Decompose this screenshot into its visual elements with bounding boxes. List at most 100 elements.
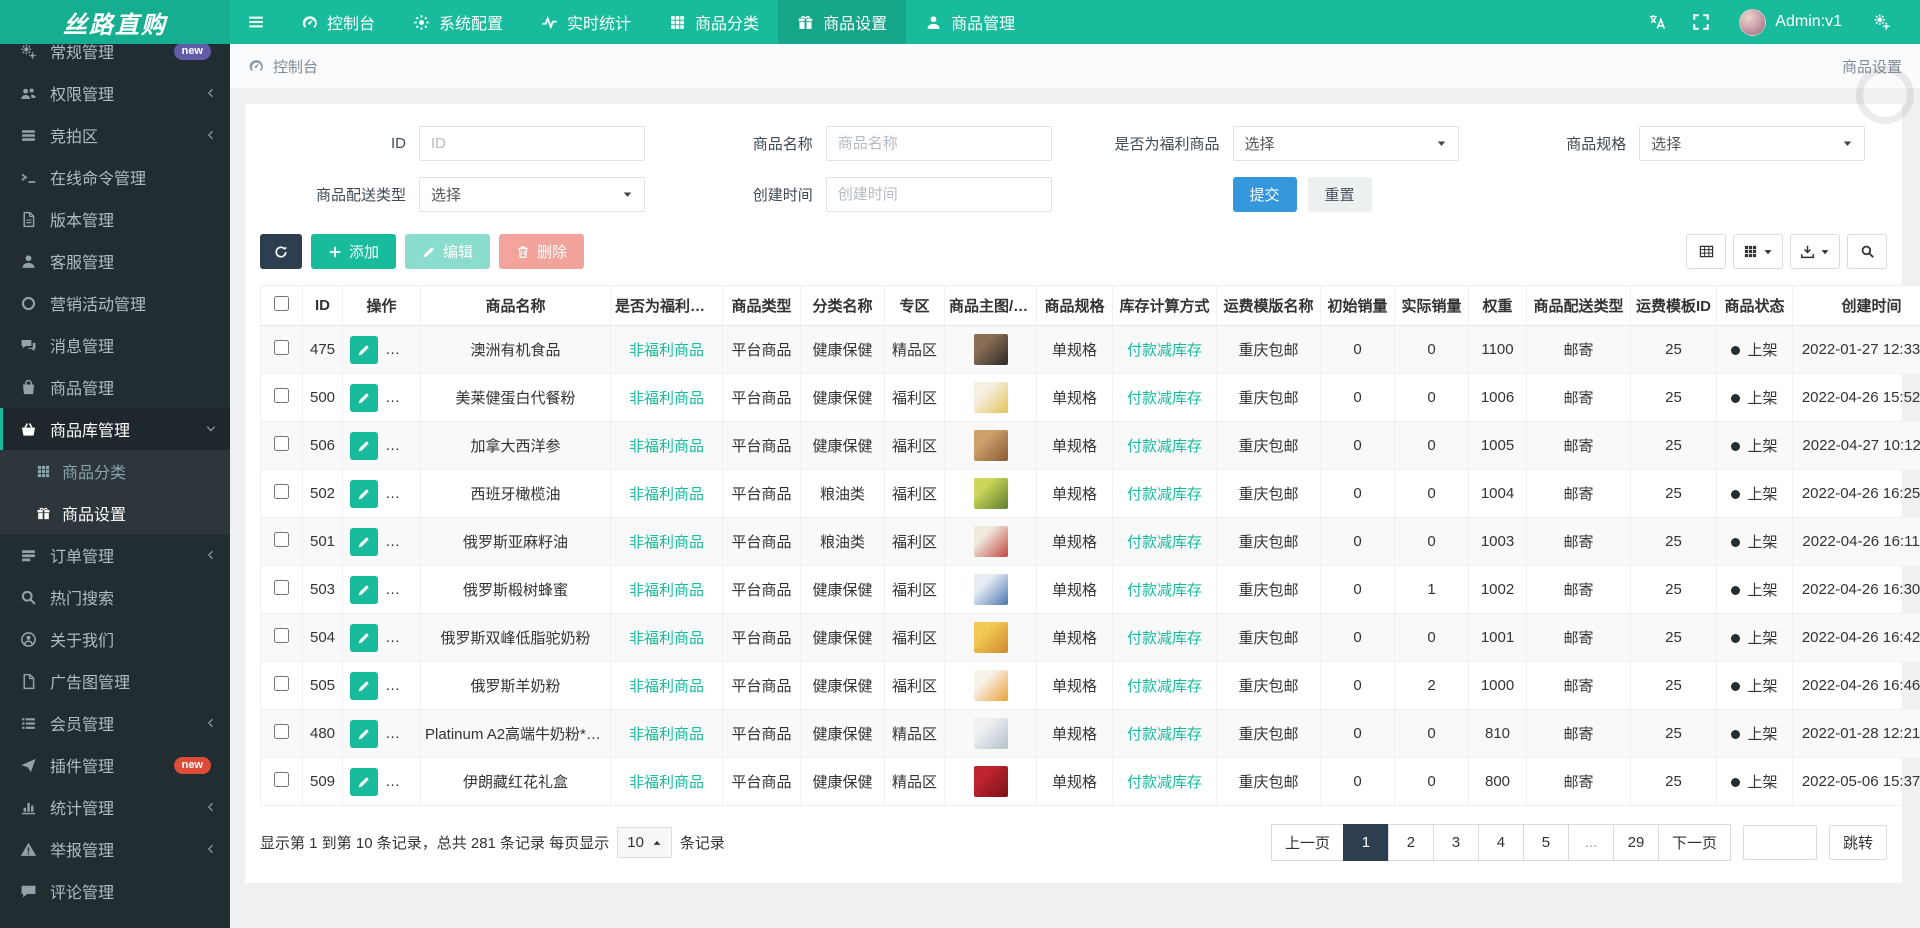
row-checkbox[interactable] (274, 532, 289, 547)
row-edit-button[interactable] (350, 335, 378, 364)
sidebar-item-3[interactable]: 竞拍区 (0, 114, 230, 156)
product-thumb[interactable] (973, 718, 1008, 749)
row-checkbox[interactable] (274, 340, 289, 355)
page-ellipsis[interactable]: ... (1567, 824, 1614, 861)
cell-welfare[interactable]: 非福利商品 (610, 757, 723, 806)
avatar[interactable] (1739, 8, 1767, 36)
sidebar-item-12[interactable]: 热门搜索 (0, 576, 230, 618)
row-checkbox[interactable] (274, 388, 289, 403)
product-name-input[interactable] (825, 126, 1052, 161)
table-row[interactable]: 504 俄罗斯双峰低脂驼奶粉 非福利商品 平台商品 健康保健 福利区 单规格 付… (260, 613, 1920, 662)
product-thumb[interactable] (973, 622, 1008, 653)
row-delete-button[interactable] (388, 623, 417, 652)
cell-stock-mode[interactable]: 付款减库存 (1112, 373, 1217, 422)
row-edit-button[interactable] (350, 623, 378, 652)
page-button[interactable]: 下一页 (1657, 824, 1731, 861)
sidebar-item-11[interactable]: 订单管理 (0, 534, 230, 576)
row-delete-button[interactable] (388, 671, 417, 700)
welfare-select[interactable]: 选择 (1232, 126, 1459, 161)
topnav-item[interactable]: 商品设置 (778, 0, 907, 44)
row-delete-button[interactable] (388, 575, 417, 604)
sidebar-item-10[interactable]: 商品库管理 (0, 408, 230, 450)
row-delete-button[interactable] (388, 767, 417, 796)
row-delete-button[interactable] (388, 431, 417, 460)
row-edit-button[interactable] (350, 527, 378, 556)
jump-button[interactable]: 跳转 (1828, 825, 1887, 860)
cell-welfare[interactable]: 非福利商品 (610, 373, 723, 422)
product-thumb[interactable] (973, 382, 1008, 413)
sidebar-item-4[interactable]: 在线命令管理 (0, 156, 230, 198)
page-button[interactable]: 上一页 (1270, 824, 1344, 861)
created-time-input[interactable] (825, 177, 1052, 212)
cell-stock-mode[interactable]: 付款减库存 (1112, 613, 1217, 662)
row-edit-button[interactable] (350, 767, 378, 796)
sidebar-subitem[interactable]: 商品分类 (0, 450, 230, 492)
cell-stock-mode[interactable]: 付款减库存 (1112, 517, 1217, 566)
sidebar-item-16[interactable]: 插件管理 new (0, 744, 230, 786)
row-delete-button[interactable] (388, 383, 417, 412)
cell-stock-mode[interactable]: 付款减库存 (1112, 565, 1217, 614)
id-input[interactable] (419, 126, 645, 161)
settings-button[interactable] (1860, 0, 1904, 44)
sidebar-item-13[interactable]: 关于我们 (0, 618, 230, 660)
row-edit-button[interactable] (350, 479, 378, 508)
submit-button[interactable]: 提交 (1232, 177, 1297, 212)
row-delete-button[interactable] (388, 719, 417, 748)
cell-stock-mode[interactable]: 付款减库存 (1112, 709, 1217, 758)
select-all-checkbox[interactable] (274, 296, 289, 311)
topnav-item[interactable]: 商品管理 (906, 0, 1034, 44)
product-thumb[interactable] (973, 670, 1008, 701)
refresh-button[interactable] (260, 234, 302, 269)
table-row[interactable]: 502 西班牙橄榄油 非福利商品 平台商品 粮油类 福利区 单规格 付款减库存 … (260, 469, 1920, 518)
row-edit-button[interactable] (350, 575, 378, 604)
row-edit-button[interactable] (350, 383, 378, 412)
product-thumb[interactable] (973, 334, 1008, 365)
cell-stock-mode[interactable]: 付款减库存 (1112, 469, 1217, 518)
row-checkbox[interactable] (274, 436, 289, 451)
page-size-select[interactable]: 10 (617, 827, 672, 858)
cell-welfare[interactable]: 非福利商品 (610, 565, 723, 614)
sidebar-item-1[interactable]: 常规管理 new (0, 44, 230, 72)
row-delete-button[interactable] (388, 479, 417, 508)
row-delete-button[interactable] (388, 527, 417, 556)
export-dropdown-button[interactable] (1790, 234, 1840, 269)
table-row[interactable]: 500 美莱健蛋白代餐粉 非福利商品 平台商品 健康保健 福利区 单规格 付款减… (260, 373, 1920, 422)
breadcrumb-left[interactable]: 控制台 (248, 56, 318, 77)
spec-select[interactable]: 选择 (1639, 126, 1866, 161)
sidebar-item-5[interactable]: 版本管理 (0, 198, 230, 240)
row-checkbox[interactable] (274, 580, 289, 595)
row-checkbox[interactable] (274, 628, 289, 643)
sidebar-subitem[interactable]: 商品设置 (0, 492, 230, 534)
cell-welfare[interactable]: 非福利商品 (610, 325, 723, 374)
sidebar-item-14[interactable]: 广告图管理 (0, 660, 230, 702)
table-row[interactable]: 501 俄罗斯亚麻籽油 非福利商品 平台商品 粮油类 福利区 单规格 付款减库存… (260, 517, 1920, 566)
cell-welfare[interactable]: 非福利商品 (610, 661, 723, 710)
edit-button[interactable]: 编辑 (405, 234, 491, 269)
cell-welfare[interactable]: 非福利商品 (610, 469, 723, 518)
page-button[interactable]: 29 (1612, 824, 1659, 861)
row-delete-button[interactable] (388, 335, 417, 364)
fullscreen-button[interactable] (1679, 0, 1723, 44)
cell-welfare[interactable]: 非福利商品 (610, 613, 723, 662)
breadcrumb-console[interactable]: 控制台 (273, 56, 318, 77)
row-checkbox[interactable] (274, 484, 289, 499)
table-row[interactable]: 475 澳洲有机食品 非福利商品 平台商品 健康保健 精品区 单规格 付款减库存… (260, 325, 1920, 374)
table-row[interactable]: 480 Platinum A2高端牛奶粉*3罐 非福利商品 平台商品 健康保健 … (260, 709, 1920, 758)
add-button[interactable]: 添加 (311, 234, 397, 269)
product-thumb[interactable] (973, 430, 1008, 461)
delivery-type-select[interactable]: 选择 (419, 177, 645, 212)
common-search-toggle-button[interactable] (1686, 234, 1726, 269)
product-thumb[interactable] (973, 478, 1008, 509)
page-button[interactable]: 3 (1432, 824, 1479, 861)
page-button[interactable]: 4 (1477, 824, 1524, 861)
reset-button[interactable]: 重置 (1307, 177, 1372, 212)
topnav-item[interactable]: 商品分类 (650, 0, 778, 44)
topnav-item[interactable]: 实时统计 (522, 0, 650, 44)
username[interactable]: Admin:v1 (1775, 13, 1842, 31)
sidebar-item-17[interactable]: 统计管理 (0, 786, 230, 828)
row-checkbox[interactable] (274, 676, 289, 691)
product-thumb[interactable] (973, 574, 1008, 605)
row-edit-button[interactable] (350, 719, 378, 748)
row-edit-button[interactable] (350, 431, 378, 460)
sidebar-item-15[interactable]: 会员管理 (0, 702, 230, 744)
